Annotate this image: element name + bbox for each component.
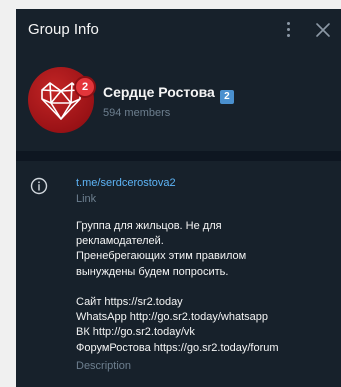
description-line: ФорумРостова https://go.sr2.today/forum <box>76 341 279 354</box>
description-line: рекламодателей. <box>76 235 164 248</box>
description-line: WhatsApp http://go.sr2.today/whatsapp <box>76 311 269 324</box>
window-title: Group Info <box>28 21 99 38</box>
info-icon <box>30 177 48 195</box>
close-icon[interactable] <box>312 19 334 41</box>
name-badge: 2 <box>219 90 234 104</box>
description-line: Пренебрегающих этим правилом <box>76 250 247 263</box>
group-link[interactable]: t.me/serdcerostova2 <box>76 177 176 189</box>
avatar[interactable]: 2 <box>28 67 96 133</box>
description-line: вынуждены будем попросить. <box>76 265 229 278</box>
group-name: Сердце Ростова 2 <box>103 84 234 104</box>
description-line: Группа для жильцов. Не для <box>76 220 222 232</box>
group-info-window: Group Info 2 Сердце Ростова 2 594 member… <box>16 9 341 387</box>
info-section: t.me/serdcerostova2 Link Группа для жиль… <box>16 161 341 387</box>
notification-badge: 2 <box>74 76 96 98</box>
group-profile: 2 Сердце Ростова 2 594 members <box>16 51 341 151</box>
description-text[interactable]: Группа для жильцов. Не для рекламодателе… <box>76 219 336 356</box>
header: Group Info <box>16 9 341 51</box>
description-line: Сайт https://sr2.today <box>76 295 183 308</box>
more-vertical-icon[interactable] <box>281 18 297 40</box>
description-label: Description <box>76 360 132 372</box>
member-count: 594 members <box>103 107 171 119</box>
section-divider <box>16 151 341 161</box>
description-line <box>76 280 336 295</box>
description-line: ВК http://go.sr2.today/vk <box>76 326 195 339</box>
link-label: Link <box>76 193 97 205</box>
group-name-text: Сердце Ростова <box>103 84 215 100</box>
